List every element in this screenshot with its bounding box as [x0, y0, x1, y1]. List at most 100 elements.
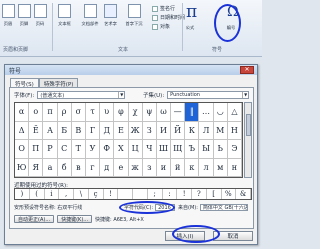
- symbol-cell[interactable]: ρ: [57, 103, 72, 122]
- symbol-cell[interactable]: Н: [227, 121, 242, 140]
- datetime-button[interactable]: 日期和时间: [152, 14, 185, 21]
- symbol-cell[interactable]: Ф: [100, 140, 115, 159]
- recent-symbol-cell[interactable]: !: [177, 189, 192, 199]
- recent-symbol-cell[interactable]: ?: [192, 189, 207, 199]
- symbol-cell[interactable]: Й: [171, 121, 186, 140]
- symbol-cell[interactable]: й: [171, 158, 186, 177]
- symbol-cell[interactable]: Ч: [142, 140, 157, 159]
- recent-symbol-cell[interactable]: (: [30, 189, 45, 199]
- object-button[interactable]: 对象: [152, 23, 170, 30]
- shortcut-key-button[interactable]: 快捷键(K)...: [57, 215, 93, 223]
- symbol-cell[interactable]: α: [15, 103, 30, 122]
- symbol-cell[interactable]: Δ: [15, 121, 30, 140]
- symbol-cell[interactable]: …: [199, 103, 214, 122]
- close-button[interactable]: ✕: [240, 66, 254, 74]
- textbox-button[interactable]: 文本框: [57, 4, 72, 27]
- wordart-button[interactable]: 艺术字: [103, 4, 118, 27]
- symbol-cell[interactable]: σ: [71, 103, 86, 122]
- quick-parts-button[interactable]: 文档部件: [80, 4, 100, 27]
- symbol-cell[interactable]: Я: [29, 158, 44, 177]
- recent-symbol-cell[interactable]: [: [207, 189, 222, 199]
- symbol-cell[interactable]: Э: [227, 140, 242, 159]
- header-button[interactable]: 页眉: [2, 4, 15, 27]
- recent-symbol-cell[interactable]: %: [222, 189, 237, 199]
- symbol-cell[interactable]: в: [71, 158, 86, 177]
- symbol-cell[interactable]: ο: [29, 103, 44, 122]
- symbol-cell[interactable]: к: [185, 158, 200, 177]
- symbol-cell[interactable]: Т: [71, 140, 86, 159]
- symbol-cell[interactable]: л: [199, 158, 214, 177]
- symbol-cell[interactable]: Ц: [128, 140, 143, 159]
- symbol-cell[interactable]: и: [156, 158, 172, 177]
- symbol-cell[interactable]: н: [227, 158, 242, 177]
- from-select[interactable]: 简体中文 GB(十六进制): [199, 204, 248, 211]
- symbol-cell[interactable]: П: [29, 140, 44, 159]
- recent-symbol-cell[interactable]: ;: [148, 189, 163, 199]
- recent-symbol-cell[interactable]: [118, 189, 133, 199]
- symbol-cell[interactable]: Ь: [213, 140, 228, 159]
- symbol-cell[interactable]: О: [15, 140, 30, 159]
- symbol-cell[interactable]: а: [43, 158, 58, 177]
- symbol-cell[interactable]: М: [213, 121, 228, 140]
- symbol-cell[interactable]: Щ: [171, 140, 186, 159]
- symbol-cell[interactable]: И: [156, 121, 172, 140]
- recent-symbol-cell[interactable]: ,: [59, 189, 74, 199]
- autocorrect-button[interactable]: 自动更正(A)...: [14, 215, 55, 223]
- symbol-cell[interactable]: π: [43, 103, 58, 122]
- symbol-cell[interactable]: τ: [85, 103, 101, 122]
- symbol-cell[interactable]: м: [213, 158, 228, 177]
- symbol-cell[interactable]: Б: [57, 121, 72, 140]
- symbol-cell[interactable]: А: [43, 121, 58, 140]
- grid-scrollbar[interactable]: [244, 102, 252, 178]
- symbol-cell[interactable]: χ: [128, 103, 143, 122]
- symbol-cell[interactable]: —: [171, 103, 186, 122]
- symbol-cell[interactable]: з: [142, 158, 157, 177]
- recent-symbol-cell[interactable]: :: [163, 189, 178, 199]
- recent-symbol-cell[interactable]: [133, 189, 148, 199]
- symbol-cell[interactable]: е: [114, 158, 129, 177]
- symbol-cell[interactable]: д: [100, 158, 115, 177]
- symbol-cell[interactable]: Л: [199, 121, 214, 140]
- symbol-cell[interactable]: б: [57, 158, 72, 177]
- page-number-button[interactable]: 页码: [34, 4, 47, 27]
- signature-line-button[interactable]: 签名行: [152, 5, 175, 12]
- symbol-cell[interactable]: ◡: [213, 103, 228, 122]
- symbol-cell[interactable]: φ: [114, 103, 129, 122]
- symbol-cell[interactable]: У: [85, 140, 101, 159]
- symbol-cell[interactable]: З: [142, 121, 157, 140]
- symbol-cell[interactable]: Ш: [156, 140, 172, 159]
- symbol-cell[interactable]: Д: [100, 121, 115, 140]
- recent-symbol-cell[interactable]: i: [45, 189, 60, 199]
- symbol-cell[interactable]: В: [71, 121, 86, 140]
- symbol-cell[interactable]: Г: [85, 121, 101, 140]
- equation-icon[interactable]: π: [186, 2, 197, 22]
- symbol-cell[interactable]: △: [227, 103, 242, 122]
- symbol-cell[interactable]: Ъ: [185, 140, 200, 159]
- symbol-cell[interactable]: υ: [100, 103, 115, 122]
- symbol-cell[interactable]: Ы: [199, 140, 214, 159]
- symbol-cell[interactable]: Ё: [29, 121, 44, 140]
- symbol-cell[interactable]: С: [57, 140, 72, 159]
- symbol-cell[interactable]: ω: [156, 103, 172, 122]
- symbol-cell[interactable]: г: [85, 158, 101, 177]
- recent-symbol-cell[interactable]: ): [15, 189, 30, 199]
- symbol-cell[interactable]: Ж: [128, 121, 143, 140]
- dropcap-button[interactable]: 首字下沉: [124, 4, 144, 27]
- symbol-cell[interactable]: Р: [43, 140, 58, 159]
- recent-symbol-cell[interactable]: !: [104, 189, 119, 199]
- symbol-cell[interactable]: ψ: [142, 103, 157, 122]
- symbol-cell[interactable]: ж: [128, 158, 143, 177]
- footer-button[interactable]: 页脚: [18, 4, 31, 27]
- symbol-cell[interactable]: Ю: [15, 158, 30, 177]
- symbol-cell[interactable]: Е: [114, 121, 129, 140]
- symbol-cell[interactable]: ‖: [185, 103, 200, 122]
- subset-select[interactable]: Punctuation ▼: [167, 91, 250, 99]
- symbol-cell[interactable]: Х: [114, 140, 129, 159]
- recent-symbol-cell[interactable]: &: [236, 189, 251, 199]
- recent-symbol-cell[interactable]: \: [74, 189, 89, 199]
- symbol-cell[interactable]: К: [185, 121, 200, 140]
- recent-symbol-cell[interactable]: ç: [89, 189, 104, 199]
- from-label: 来自(M):: [178, 205, 198, 211]
- scroll-thumb[interactable]: [246, 114, 251, 136]
- font-select[interactable]: (普通文本) ▼: [37, 91, 126, 99]
